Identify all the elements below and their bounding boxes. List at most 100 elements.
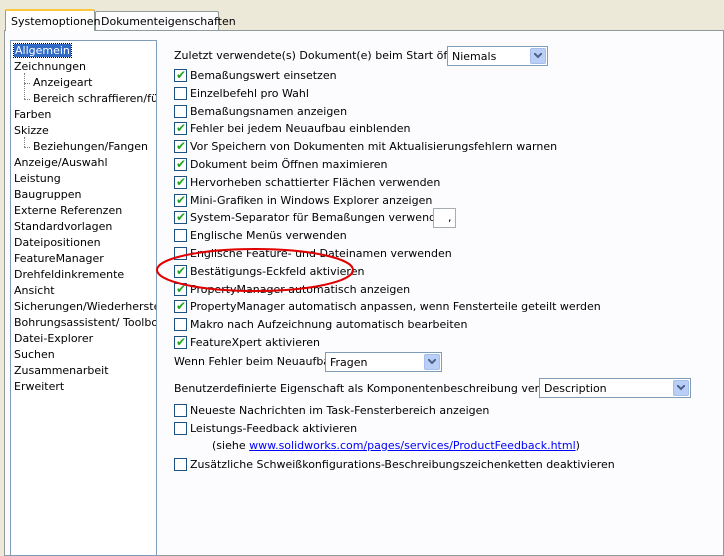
- option-label: Leistungs-Feedback aktivieren: [190, 422, 358, 435]
- tree-item[interactable]: Standardvorlagen: [14, 219, 112, 235]
- option-label: Hervorheben schattierter Flächen verwend…: [190, 175, 441, 189]
- option-checkbox[interactable]: [174, 404, 187, 417]
- option-label: Bemaßungswert einsetzen: [190, 69, 337, 82]
- select-value: Description: [544, 382, 607, 395]
- chevron-down-icon[interactable]: [424, 354, 440, 370]
- note-prefix: (siehe: [212, 439, 250, 452]
- option-label: Bemaßungsnamen anzeigen: [190, 104, 348, 118]
- option-checkbox[interactable]: ✔: [174, 68, 187, 82]
- option-checkbox[interactable]: ✔: [174, 157, 187, 171]
- chevron-down-icon[interactable]: [530, 48, 546, 64]
- checkmark-icon: ✔: [176, 121, 187, 136]
- checkmark-icon: ✔: [176, 299, 187, 314]
- tree-item[interactable]: Suchen: [14, 347, 55, 363]
- option-label: Englische Menüs verwenden: [190, 229, 347, 243]
- option-checkbox[interactable]: ✔: [174, 264, 187, 278]
- tree-connector: [24, 99, 30, 100]
- note-suffix: ): [575, 439, 580, 452]
- tree-connector: [24, 137, 25, 147]
- option-label: PropertyManager automatisch anpassen, we…: [190, 300, 601, 314]
- option-checkbox[interactable]: ✔: [174, 193, 187, 207]
- option-label: Bestätigungs-Eckfeld aktivieren: [190, 264, 365, 278]
- feedback-link[interactable]: www.solidworks.com/pages/services/Produc…: [249, 439, 576, 452]
- tree-item-label: FeatureManager: [14, 252, 104, 265]
- tree-connector: [24, 73, 25, 99]
- option-checkbox[interactable]: ✔: [174, 299, 187, 314]
- tree-item[interactable]: Beziehungen/Fangen: [33, 139, 148, 155]
- tree-item-label: Skizze: [14, 124, 49, 137]
- tree-item[interactable]: Farben: [14, 107, 51, 123]
- tab-label: Dokumenteigenschaften: [101, 15, 236, 28]
- tree-item[interactable]: Bohrungsassistent/ Toolbox: [14, 315, 157, 331]
- tree-item[interactable]: Dateipositionen: [14, 235, 101, 251]
- tab-label: Systemoptionen: [11, 15, 101, 28]
- tree-item-label: Beziehungen/Fangen: [33, 140, 149, 153]
- checkmark-icon: ✔: [176, 210, 187, 225]
- option-checkbox[interactable]: [174, 318, 187, 332]
- option-label: Dokument beim Öffnen maximieren: [190, 158, 388, 171]
- tree-item-label: Drehfeldinkremente: [14, 268, 125, 281]
- custom-property-select[interactable]: Description: [539, 378, 691, 398]
- tree-item-label: Baugruppen: [14, 188, 82, 201]
- option-label: Zusätzliche Schweißkonfigurations-Beschr…: [190, 458, 615, 471]
- tree-item[interactable]: Externe Referenzen: [14, 203, 122, 219]
- separator-field[interactable]: ,: [433, 208, 456, 228]
- tree-item-label: Ansicht: [14, 284, 55, 297]
- tree-item[interactable]: Anzeige/Auswahl: [14, 155, 108, 171]
- option-label: Neueste Nachrichten im Task-Fensterberei…: [190, 404, 490, 417]
- tree-item[interactable]: Sicherungen/Wiederherstellen: [14, 299, 156, 315]
- option-checkbox[interactable]: [174, 86, 187, 100]
- option-label: Fehler bei jedem Neuaufbau einblenden: [190, 122, 411, 136]
- tree-item[interactable]: Allgemein: [13, 43, 72, 59]
- option-checkbox[interactable]: [174, 104, 187, 118]
- tree-item-label: Bohrungsassistent/ Toolbox: [14, 316, 157, 329]
- chevron-down-icon[interactable]: [673, 380, 689, 396]
- checkmark-icon: ✔: [176, 174, 187, 189]
- tree-item[interactable]: FeatureManager: [14, 251, 104, 267]
- category-tree[interactable]: Allgemein Zeichnungen Anzeigeart Bereich sc…: [10, 40, 157, 556]
- open-last-docs-label: Zuletzt verwendete(s) Dokument(e) beim S…: [174, 49, 476, 62]
- tree-item-label: Erweitert: [14, 380, 65, 393]
- separator-value: ,: [448, 211, 452, 224]
- checkmark-icon: ✔: [176, 157, 187, 171]
- tree-item[interactable]: Erweitert: [14, 379, 64, 395]
- option-checkbox[interactable]: ✔: [174, 335, 187, 349]
- option-checkbox[interactable]: [174, 247, 187, 260]
- checkmark-icon: ✔: [176, 139, 187, 154]
- tree-item[interactable]: Ansicht: [14, 283, 55, 299]
- tree-item[interactable]: Bereich schraffieren/füllen: [33, 91, 156, 107]
- option-checkbox[interactable]: ✔: [174, 210, 187, 225]
- option-checkbox[interactable]: [174, 229, 187, 243]
- option-checkbox[interactable]: ✔: [174, 139, 187, 154]
- tab-dokumenteigenschaften[interactable]: Dokumenteigenschaften: [95, 11, 236, 30]
- tree-item-label: Sicherungen/Wiederherstellen: [14, 300, 156, 313]
- tree-item[interactable]: Zusammenarbeit: [14, 363, 109, 379]
- tree-item[interactable]: Anzeigeart: [33, 75, 92, 91]
- tab-systemoptionen[interactable]: Systemoptionen: [5, 9, 101, 31]
- open-last-docs-select[interactable]: Niemals: [447, 46, 548, 66]
- option-label: FeatureXpert aktivieren: [190, 336, 321, 349]
- option-checkbox[interactable]: [174, 422, 187, 435]
- option-checkbox[interactable]: ✔: [174, 121, 187, 136]
- tree-item-label: Leistung: [14, 172, 61, 185]
- option-checkbox[interactable]: ✔: [174, 282, 187, 296]
- tree-item-label: Dateipositionen: [14, 236, 101, 249]
- rebuild-error-select[interactable]: Fragen: [325, 352, 442, 372]
- option-checkbox[interactable]: ✔: [174, 174, 187, 189]
- tree-item-label: Zeichnungen: [14, 60, 87, 73]
- tree-item[interactable]: Baugruppen: [14, 187, 81, 203]
- option-checkbox[interactable]: [174, 458, 187, 471]
- option-label: Makro nach Aufzeichnung automatisch bear…: [190, 318, 468, 332]
- tree-item-label: Standardvorlagen: [14, 220, 113, 233]
- option-label: Einzelbefehl pro Wahl: [190, 86, 309, 100]
- select-value: Niemals: [452, 50, 497, 63]
- tree-item-label: Anzeige/Auswahl: [14, 156, 108, 169]
- tree-item[interactable]: Datei-Explorer: [14, 331, 93, 347]
- rebuild-error-label: Wenn Fehler beim Neuaufbau:: [174, 355, 341, 368]
- option-label: Englische Feature- und Dateinamen verwen…: [190, 247, 452, 260]
- tree-item[interactable]: Drehfeldinkremente: [14, 267, 124, 283]
- tree-item-label: Externe Referenzen: [14, 204, 123, 217]
- tree-item[interactable]: Skizze: [14, 123, 49, 139]
- option-label: PropertyManager automatisch anzeigen: [190, 282, 411, 296]
- tree-item[interactable]: Leistung: [14, 171, 61, 187]
